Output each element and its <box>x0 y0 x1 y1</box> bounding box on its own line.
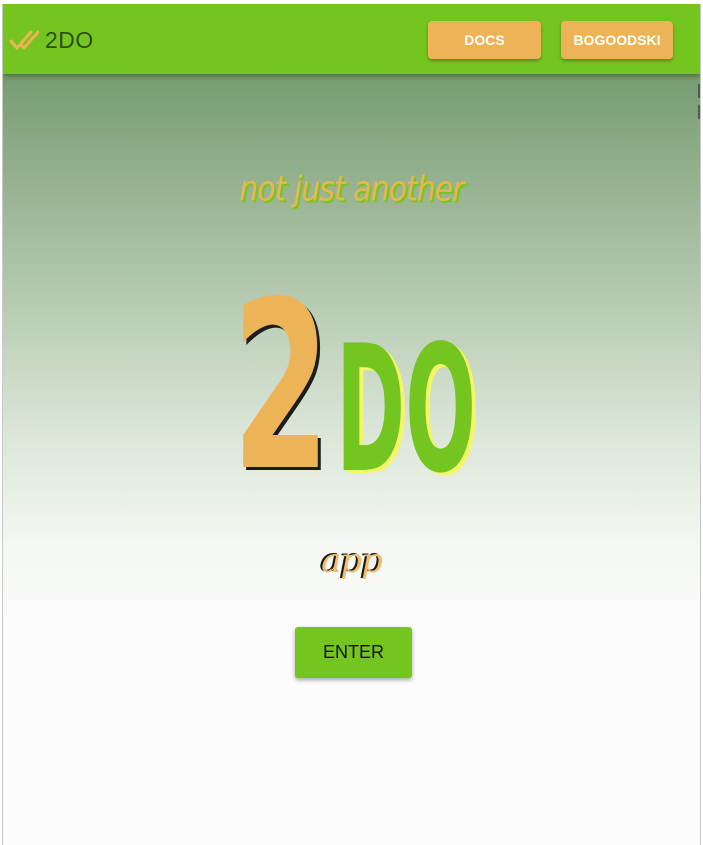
logo-letters: DO <box>336 309 476 479</box>
hero-subtitle: app <box>321 541 383 581</box>
enter-button[interactable]: ENTER <box>295 627 412 678</box>
scrollbar-marker <box>698 84 700 98</box>
scrollbar-marker <box>698 105 700 119</box>
app-window: 2DO DOCS BOGOODSKI not just another 2 2 … <box>2 4 701 845</box>
brand-title: 2DO <box>45 26 94 53</box>
user-button[interactable]: BOGOODSKI <box>561 21 673 59</box>
hero-tagline: not just another <box>239 169 464 210</box>
hero-logo: 2 2 DO DO <box>232 284 480 479</box>
double-check-icon <box>9 28 39 52</box>
app-bar: 2DO DOCS BOGOODSKI <box>3 4 700 74</box>
brand-home-link[interactable]: 2DO <box>9 24 94 56</box>
logo-number: 2 <box>232 284 330 479</box>
docs-button[interactable]: DOCS <box>428 21 541 59</box>
